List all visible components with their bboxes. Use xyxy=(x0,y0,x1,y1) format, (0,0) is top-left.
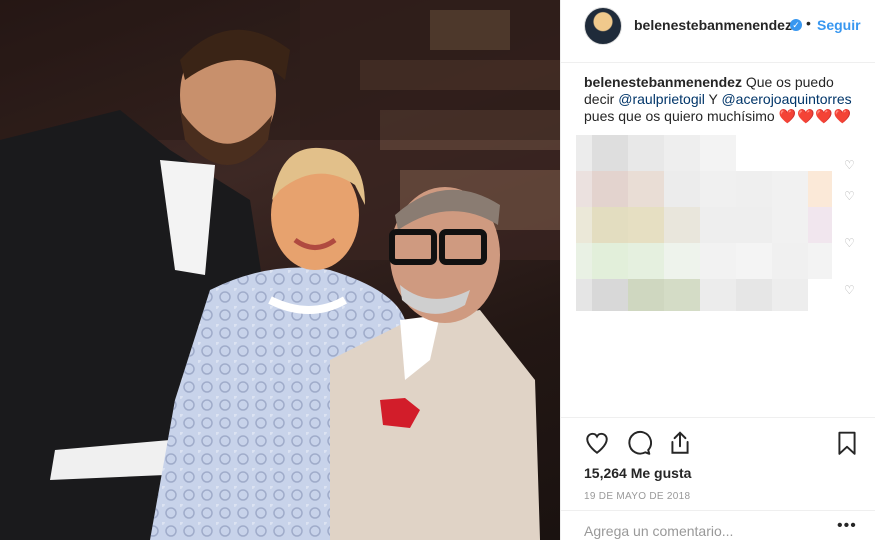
post-sidebar: belenestebanmenendez ✓ • Seguir belenest… xyxy=(560,0,875,540)
pixelated-comments xyxy=(576,135,832,311)
post-header: belenestebanmenendez ✓ • Seguir xyxy=(561,0,875,63)
comment-like-heart-icon[interactable]: ♡ xyxy=(844,236,855,250)
verified-badge-icon: ✓ xyxy=(790,19,802,31)
heart-icon[interactable] xyxy=(584,430,610,456)
comment-like-heart-icon[interactable]: ♡ xyxy=(844,283,855,297)
share-icon[interactable] xyxy=(667,430,693,456)
likes-count[interactable]: 15,264 Me gusta xyxy=(584,465,691,481)
post-actions: 15,264 Me gusta 19 DE MAYO DE 2018 Agreg… xyxy=(561,417,875,541)
more-options-icon[interactable]: ••• xyxy=(837,517,857,535)
post-caption: belenestebanmenendez Que os puedo decir … xyxy=(584,74,864,125)
username-link[interactable]: belenestebanmenendez xyxy=(634,17,792,33)
bookmark-icon[interactable] xyxy=(834,430,860,456)
caption-text-3: pues que os quiero muchísimo xyxy=(584,108,775,124)
post-photo[interactable] xyxy=(0,0,560,540)
caption-username[interactable]: belenestebanmenendez xyxy=(584,74,742,90)
photo-illustration xyxy=(0,0,560,540)
mention-link-1[interactable]: @raulprietogil xyxy=(618,91,705,107)
comment-like-heart-icon[interactable]: ♡ xyxy=(844,189,855,203)
comment-like-heart-icon[interactable]: ♡ xyxy=(844,158,855,172)
separator-dot: • xyxy=(806,15,811,31)
avatar[interactable] xyxy=(584,7,622,45)
comment-bubble-icon[interactable] xyxy=(626,430,652,456)
caption-text-2: Y xyxy=(708,91,718,107)
comment-bar: Agrega un comentario... ••• xyxy=(561,510,875,542)
post-date: 19 DE MAYO DE 2018 xyxy=(584,491,691,502)
comment-input[interactable]: Agrega un comentario... xyxy=(584,523,733,539)
heart-emoji-icon: ❤️❤️❤️❤️ xyxy=(778,108,853,124)
mention-link-2[interactable]: @acerojoaquintorres xyxy=(721,91,851,107)
follow-button[interactable]: Seguir xyxy=(817,17,861,33)
